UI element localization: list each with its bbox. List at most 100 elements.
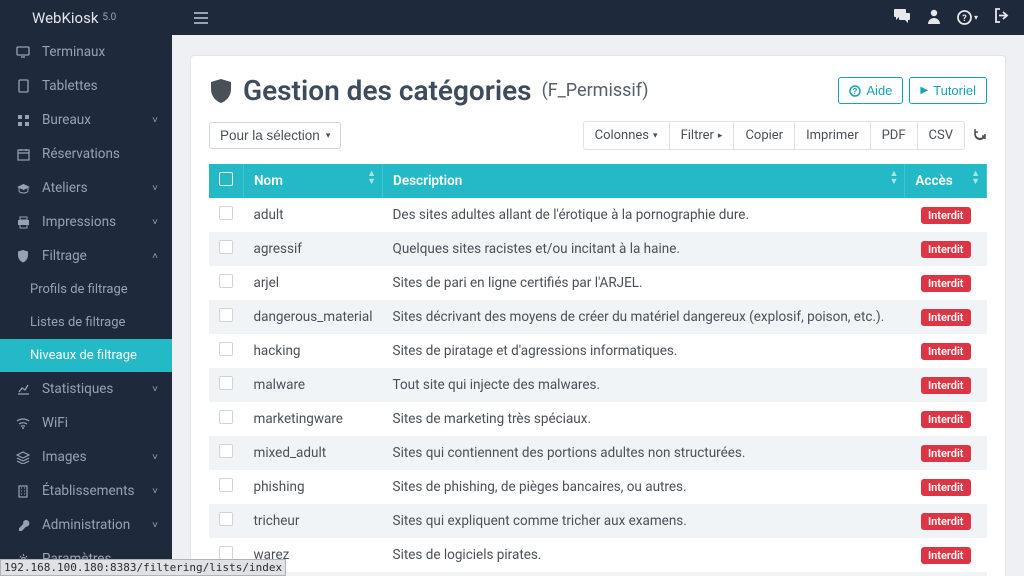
chevron-icon: ˅ <box>152 217 158 228</box>
chevron-icon: ˅ <box>152 115 158 126</box>
row-checkbox[interactable] <box>219 478 233 492</box>
sidebar-item-label: Images <box>42 449 87 465</box>
row-checkbox[interactable] <box>219 444 233 458</box>
access-badge[interactable]: Interdit <box>921 547 971 564</box>
cell-description: Sites de phishing, de pièges bancaires, … <box>383 470 905 504</box>
topbar-actions: ? ▾ <box>893 8 1010 28</box>
help-icon[interactable]: ? ▾ <box>957 10 978 25</box>
sidebar-item-administration[interactable]: Administration˅ <box>0 508 172 542</box>
cell-description: Sites de piratage et d'agressions inform… <box>383 334 905 368</box>
access-badge[interactable]: Interdit <box>921 479 971 496</box>
question-icon: ? <box>849 85 861 97</box>
row-checkbox[interactable] <box>219 274 233 288</box>
brand-version: 5.0 <box>102 12 116 23</box>
row-checkbox[interactable] <box>219 376 233 390</box>
cell-description: Quelques sites racistes et/ou incitant à… <box>383 232 905 266</box>
chevron-icon: ˅ <box>152 486 158 497</box>
select-all-header[interactable] <box>209 164 244 198</box>
user-icon[interactable] <box>927 8 941 28</box>
cell-description: Sites qui contiennent des portions adult… <box>383 436 905 470</box>
row-checkbox[interactable] <box>219 240 233 254</box>
row-checkbox[interactable] <box>219 546 233 560</box>
table-row: hackingSites de piratage et d'agressions… <box>209 334 987 368</box>
cell-description: Sites d'astrologie. <box>383 572 905 576</box>
refresh-button[interactable] <box>973 127 987 145</box>
svg-text:?: ? <box>962 14 967 24</box>
sidebar-item-images[interactable]: Images ˅ <box>0 440 172 474</box>
row-checkbox[interactable] <box>219 308 233 322</box>
sidebar-item-bureaux[interactable]: Bureaux ˅ <box>0 103 172 137</box>
access-badge[interactable]: Interdit <box>921 377 971 394</box>
page-subtitle: (F_Permissif) <box>542 80 649 101</box>
sidebar-item-label: WiFi <box>42 415 68 431</box>
cell-description: Sites de logiciels pirates. <box>383 538 905 572</box>
cell-name: agressif <box>244 232 383 266</box>
access-badge[interactable]: Interdit <box>921 343 971 360</box>
cell-description: Des sites adultes allant de l'érotique à… <box>383 198 905 232</box>
pdf-button[interactable]: PDF <box>871 122 918 149</box>
sidebar-item-label: Ateliers <box>42 180 88 196</box>
cell-name: marketingware <box>244 402 383 436</box>
row-checkbox[interactable] <box>219 206 233 220</box>
categories-table: Nom▲▼ Description▲▼ Accès▲▼ adultDes sit… <box>209 164 987 576</box>
cell-name: mixed_adult <box>244 436 383 470</box>
table-row: arjelSites de pari en ligne certifiés pa… <box>209 266 987 300</box>
topbar: ? ▾ <box>172 0 1024 35</box>
access-badge[interactable]: Interdit <box>921 207 971 224</box>
filter-button[interactable]: Filtrer ▸ <box>670 122 735 149</box>
cell-name: dangerous_material <box>244 300 383 334</box>
sidebar-subitem-listes-de-filtrage[interactable]: Listes de filtrage <box>0 306 172 339</box>
sidebar-item-ateliers[interactable]: Ateliers ˅ <box>0 171 172 205</box>
access-badge[interactable]: Interdit <box>921 411 971 428</box>
access-badge[interactable]: Interdit <box>921 513 971 530</box>
sidebar-item-filtrage[interactable]: Filtrage˄ <box>0 239 172 273</box>
print-button[interactable]: Imprimer <box>795 122 871 149</box>
calendar-icon <box>14 148 32 161</box>
chevron-icon: ˅ <box>152 520 158 531</box>
access-badge[interactable]: Interdit <box>921 445 971 462</box>
chevron-icon: ˅ <box>152 452 158 463</box>
svg-text:?: ? <box>853 87 858 96</box>
play-icon: ▶ <box>920 85 928 96</box>
sidebar-item-wifi[interactable]: WiFi <box>0 406 172 440</box>
sidebar-subitem-niveaux-de-filtrage[interactable]: Niveaux de filtrage <box>0 339 172 372</box>
stats-icon <box>14 383 32 395</box>
table-row: agressifQuelques sites racistes et/ou in… <box>209 232 987 266</box>
tablet-icon <box>14 79 32 93</box>
row-checkbox[interactable] <box>219 410 233 424</box>
column-access[interactable]: Accès▲▼ <box>905 164 987 198</box>
column-description[interactable]: Description▲▼ <box>383 164 905 198</box>
row-checkbox[interactable] <box>219 512 233 526</box>
grad-icon <box>14 183 32 194</box>
copy-button[interactable]: Copier <box>734 122 795 149</box>
tutorial-button[interactable]: ▶ Tutoriel <box>909 77 987 104</box>
chat-icon[interactable] <box>893 8 911 28</box>
sidebar-item-impressions[interactable]: Impressions˅ <box>0 205 172 239</box>
cell-description: Sites décrivant des moyens de créer du m… <box>383 300 905 334</box>
layers-icon <box>14 451 32 464</box>
chevron-icon: ˄ <box>152 251 158 262</box>
access-badge[interactable]: Interdit <box>921 275 971 292</box>
columns-dropdown[interactable]: Colonnes ▾ <box>584 122 670 149</box>
sidebar-item-terminaux[interactable]: Terminaux <box>0 35 172 69</box>
column-name[interactable]: Nom▲▼ <box>244 164 383 198</box>
csv-button[interactable]: CSV <box>918 122 964 149</box>
chevron-icon: ˅ <box>152 183 158 194</box>
sidebar-item-établissements[interactable]: Établissements˅ <box>0 474 172 508</box>
content-area: Gestion des catégories (F_Permissif) ? A… <box>172 35 1024 576</box>
row-checkbox[interactable] <box>219 342 233 356</box>
help-button[interactable]: ? Aide <box>838 77 903 104</box>
sidebar-subitem-profils-de-filtrage[interactable]: Profils de filtrage <box>0 273 172 306</box>
sidebar-item-tablettes[interactable]: Tablettes <box>0 69 172 103</box>
sidebar-item-label: Bureaux <box>42 112 91 128</box>
sidebar-item-réservations[interactable]: Réservations <box>0 137 172 171</box>
cell-name: phishing <box>244 470 383 504</box>
sidebar-toggle-button[interactable] <box>186 5 216 31</box>
access-badge[interactable]: Interdit <box>921 241 971 258</box>
selection-dropdown[interactable]: Pour la sélection ▾ <box>209 122 341 149</box>
print-icon <box>14 216 32 229</box>
sidebar-item-statistiques[interactable]: Statistiques˅ <box>0 372 172 406</box>
table-toolbar: Pour la sélection ▾ Colonnes ▾ Filtrer ▸… <box>209 121 987 150</box>
logout-icon[interactable] <box>994 8 1010 27</box>
access-badge[interactable]: Interdit <box>921 309 971 326</box>
